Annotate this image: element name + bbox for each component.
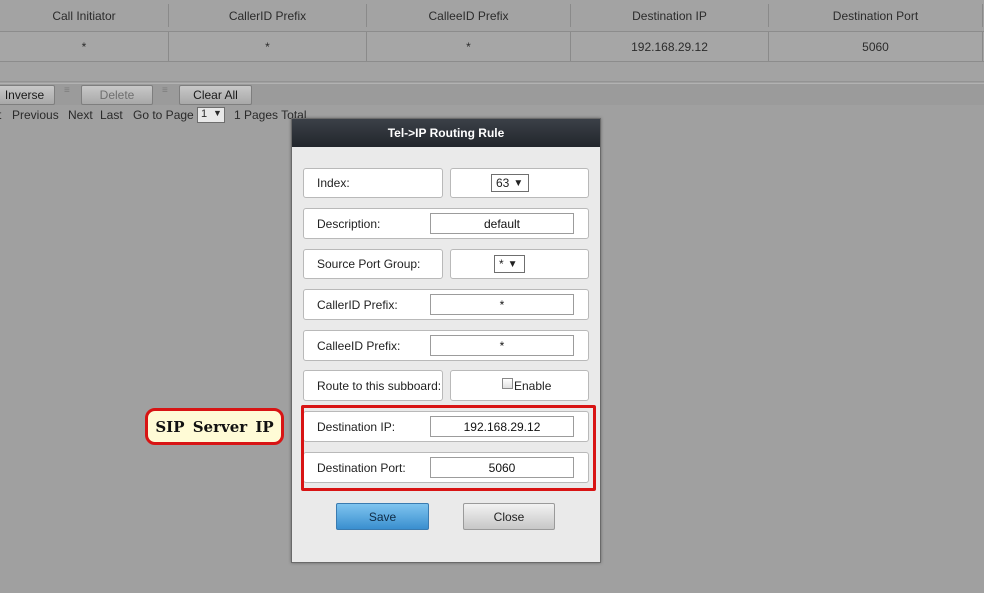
toolbar-separator-grip: ≡ <box>162 85 168 96</box>
column-header-callerid-prefix[interactable]: CallerID Prefix <box>169 0 366 31</box>
route-subboard-value-box: Enable <box>450 370 589 401</box>
table-cell-callerid-prefix: * <box>265 39 270 54</box>
close-button[interactable]: Close <box>463 503 555 530</box>
callerid-prefix-row: CallerID Prefix: <box>303 289 589 320</box>
table-cell-destination-port: 5060 <box>862 39 889 54</box>
description-input[interactable] <box>430 213 574 234</box>
inverse-button[interactable]: Inverse <box>0 85 55 105</box>
calleeid-prefix-row: CalleeID Prefix: <box>303 330 589 361</box>
go-to-page-label: Go to Page <box>133 108 194 122</box>
route-subboard-label-box: Route to this subboard: <box>303 370 443 401</box>
source-port-group-select-value: * <box>499 257 504 271</box>
page-select[interactable]: 1 ▼ <box>197 107 225 123</box>
enable-checkbox-label[interactable]: Enable <box>514 371 551 400</box>
table-cell-call-initiator: * <box>81 39 87 54</box>
dialog-title[interactable]: Tel->IP Routing Rule <box>292 119 600 147</box>
sip-server-ip-callout: SIP Server IP <box>145 408 284 445</box>
column-divider <box>982 32 983 61</box>
source-port-group-label: Source Port Group: <box>317 257 421 271</box>
clear-all-button[interactable]: Clear All <box>179 85 252 105</box>
table-toolbar: Inverse ≡ Delete ≡ Clear All <box>0 83 984 105</box>
enable-checkbox[interactable] <box>502 378 513 389</box>
callerid-prefix-label: CallerID Prefix: <box>317 297 398 312</box>
source-port-group-select[interactable]: * ▼ <box>494 255 525 273</box>
chevron-down-icon: ▼ <box>507 258 518 270</box>
table-row[interactable]: * * * 192.168.29.12 5060 <box>0 32 984 62</box>
source-port-group-label-box: Source Port Group: <box>303 249 443 279</box>
index-select-value: 63 <box>496 176 510 190</box>
toolbar-separator-grip: ≡ <box>64 85 70 96</box>
chevron-down-icon: ▼ <box>213 108 222 118</box>
route-subboard-label: Route to this subboard: <box>317 378 442 393</box>
index-label: Index: <box>317 176 350 190</box>
column-header-destination-port[interactable]: Destination Port <box>769 0 982 31</box>
column-divider <box>982 4 983 27</box>
calleeid-prefix-input[interactable] <box>430 335 574 356</box>
index-value-box: 63 ▼ <box>450 168 589 198</box>
chevron-down-icon: ▼ <box>513 177 524 189</box>
pager-first-link-fragment[interactable]: t <box>0 108 1 122</box>
column-header-calleeid-prefix[interactable]: CalleeID Prefix <box>367 0 570 31</box>
table-cell-calleeid-prefix: * <box>466 39 471 54</box>
table-cell-destination-ip: 192.168.29.12 <box>631 39 708 54</box>
destination-highlight-box <box>301 405 596 491</box>
description-row: Description: <box>303 208 589 239</box>
column-header-destination-ip[interactable]: Destination IP <box>571 0 768 31</box>
column-header-call-initiator[interactable]: Call Initiator <box>0 0 168 31</box>
calleeid-prefix-label: CalleeID Prefix: <box>317 338 401 353</box>
description-label: Description: <box>317 216 381 231</box>
callerid-prefix-input[interactable] <box>430 294 574 315</box>
index-select[interactable]: 63 ▼ <box>491 174 529 192</box>
page-select-value: 1 <box>201 108 208 120</box>
delete-button[interactable]: Delete <box>81 85 153 105</box>
table-empty-area <box>0 62 984 82</box>
save-button[interactable]: Save <box>336 503 429 530</box>
index-label-box: Index: <box>303 168 443 198</box>
pager-next-link[interactable]: Next <box>68 108 93 122</box>
source-port-group-value-box: * ▼ <box>450 249 589 279</box>
table-header: Call Initiator CallerID Prefix CalleeID … <box>0 0 984 32</box>
pager-last-link[interactable]: Last <box>100 108 123 122</box>
pager-previous-link[interactable]: Previous <box>12 108 59 122</box>
